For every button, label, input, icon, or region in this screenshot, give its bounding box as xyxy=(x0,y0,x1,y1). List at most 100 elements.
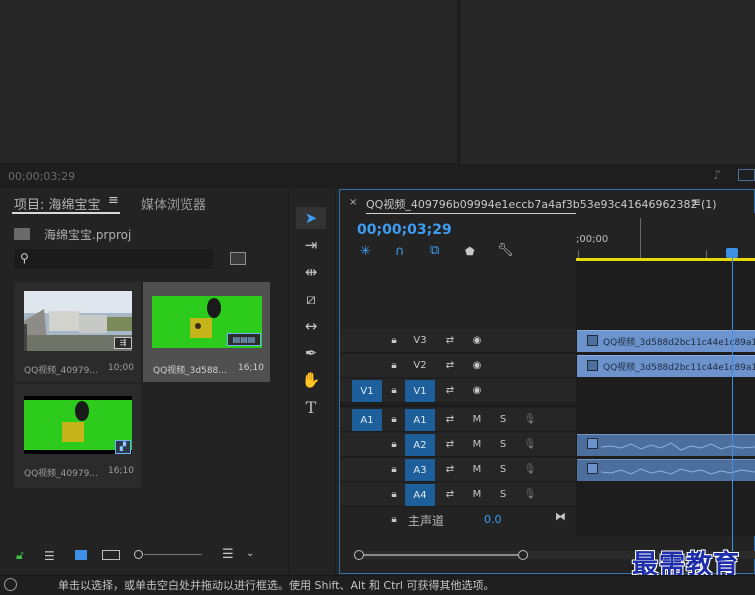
sort-icon[interactable]: ☰ xyxy=(222,547,234,562)
new-bin-icon[interactable] xyxy=(230,252,246,265)
snap-icon[interactable]: ∩ xyxy=(395,244,405,259)
close-icon[interactable]: × xyxy=(349,197,357,208)
solo-button[interactable]: S xyxy=(493,410,513,429)
lock-icon[interactable]: 🔒︎ xyxy=(384,356,404,375)
list-view-icon[interactable]: ☰ xyxy=(44,549,55,563)
microphone-icon[interactable]: 🎙︎ xyxy=(520,410,540,429)
audio-clip-a3[interactable] xyxy=(577,459,755,481)
eye-icon[interactable]: ◉ xyxy=(467,381,487,400)
pen-tool-icon[interactable]: ✒ xyxy=(296,342,326,364)
lock-icon[interactable]: 🔓︎ xyxy=(16,548,24,563)
nest-icon[interactable]: ✳ xyxy=(360,244,371,259)
scrollbar-handle-left[interactable] xyxy=(354,550,364,560)
tab-media-browser[interactable]: 媒体浏览器 xyxy=(141,194,206,213)
sync-lock-icon[interactable]: ⇄ xyxy=(440,485,460,504)
sync-lock-icon[interactable]: ⇄ xyxy=(440,410,460,429)
track-select-tool-icon[interactable]: ⇥ xyxy=(296,234,326,256)
freeform-view-icon[interactable] xyxy=(102,550,120,560)
ripple-edit-tool-icon[interactable]: ⇹ xyxy=(296,261,326,283)
playhead-line[interactable] xyxy=(732,250,733,570)
sync-lock-icon[interactable]: ⇄ xyxy=(440,381,460,400)
track-label-a2[interactable]: A2 xyxy=(405,434,435,456)
solo-button[interactable]: S xyxy=(493,460,513,479)
video-clip-v3[interactable]: QQ视频_3d588d2bc11c44e1c89a10 xyxy=(577,330,755,352)
track-label-v2[interactable]: V2 xyxy=(405,356,435,375)
track-area[interactable] xyxy=(576,261,755,536)
ruler-tick xyxy=(578,250,579,258)
go-to-end-icon[interactable]: ⧓ xyxy=(555,510,566,523)
monitor-settings-icon[interactable]: ♪⃗ xyxy=(713,168,721,182)
microphone-icon[interactable]: 🎙︎ xyxy=(520,485,540,504)
playhead-handle[interactable] xyxy=(726,248,738,258)
project-file-name: 海绵宝宝.prproj xyxy=(44,228,132,242)
mute-button[interactable]: M xyxy=(467,435,487,454)
sync-lock-icon[interactable]: ⇄ xyxy=(440,331,460,350)
search-input[interactable]: ⚲ xyxy=(14,249,213,269)
list-item[interactable]: ▤▤▤ QQ视频_3d588... 16;10 xyxy=(143,282,270,382)
selection-tool-icon[interactable]: ➤ xyxy=(296,207,326,229)
video-clip-v2[interactable]: QQ视频_3d588d2bc11c44e1c89a10 xyxy=(577,355,755,377)
sync-lock-icon[interactable]: ⇄ xyxy=(440,356,460,375)
track-label-a1[interactable]: A1 xyxy=(405,409,435,431)
sequence-tab[interactable]: QQ视频_409796b09994e1eccb7a4af3b53e93c4164… xyxy=(366,196,717,212)
linked-selection-icon[interactable]: ⧉ xyxy=(430,243,439,258)
monitor-viewer[interactable] xyxy=(0,0,458,164)
lock-icon[interactable]: 🔒︎ xyxy=(384,460,404,479)
eye-icon[interactable]: ◉ xyxy=(467,356,487,375)
fx-icon xyxy=(587,463,598,474)
track-header-spacer xyxy=(340,261,576,329)
track-label-a4[interactable]: A4 xyxy=(405,484,435,506)
master-track-header xyxy=(340,508,576,534)
zoom-slider-track[interactable] xyxy=(144,554,202,555)
list-item[interactable]: ⇶ QQ视频_40979... 10;00 xyxy=(14,282,141,382)
solo-button[interactable]: S xyxy=(493,435,513,454)
eye-icon[interactable]: ◉ xyxy=(467,331,487,350)
lock-icon[interactable]: 🔒︎ xyxy=(384,381,404,400)
audio-clip-a2[interactable] xyxy=(577,434,755,456)
scrollbar-handle-right[interactable] xyxy=(518,550,528,560)
lock-icon[interactable]: 🔒︎ xyxy=(384,510,404,529)
ruler-tick xyxy=(640,218,641,258)
microphone-icon[interactable]: 🎙︎ xyxy=(520,460,540,479)
mute-button[interactable]: M xyxy=(467,485,487,504)
monitor-viewer-right[interactable] xyxy=(461,0,755,164)
type-tool-icon[interactable]: T xyxy=(296,396,326,418)
clip-type-icon: ▤▤▤ xyxy=(227,333,261,346)
mute-button[interactable]: M xyxy=(467,460,487,479)
track-divider[interactable] xyxy=(340,404,576,407)
monitor-timecode[interactable]: 00;00;03;29 xyxy=(8,170,75,183)
playhead-timecode[interactable]: 00;00;03;29 xyxy=(357,222,452,238)
panel-menu-icon[interactable]: ≡ xyxy=(108,193,119,208)
lock-icon[interactable]: 🔒︎ xyxy=(384,435,404,454)
tab-project[interactable]: 项目: 海绵宝宝 xyxy=(14,194,101,213)
chevron-down-icon[interactable]: ⌄ xyxy=(246,548,254,559)
track-label-v1[interactable]: V1 xyxy=(405,380,435,402)
fx-icon xyxy=(587,360,598,371)
sync-lock-icon[interactable]: ⇄ xyxy=(440,435,460,454)
scrollbar-thumb[interactable] xyxy=(364,554,518,556)
item-name: QQ视频_40979... xyxy=(24,469,98,479)
slip-tool-icon[interactable]: ↔ xyxy=(296,315,326,337)
hand-tool-icon[interactable]: ✋ xyxy=(296,369,326,391)
export-frame-icon[interactable] xyxy=(738,169,755,181)
microphone-icon[interactable]: 🎙︎ xyxy=(520,435,540,454)
timeline-menu-icon[interactable]: ≡ xyxy=(691,195,701,209)
sync-lock-icon[interactable]: ⇄ xyxy=(440,460,460,479)
list-item[interactable]: ▞ QQ视频_40979... 16;10 xyxy=(14,384,141,488)
lock-icon[interactable]: 🔒︎ xyxy=(384,410,404,429)
source-patch-a1[interactable]: A1 xyxy=(352,409,382,431)
lock-icon[interactable]: 🔒︎ xyxy=(384,485,404,504)
lock-icon[interactable]: 🔒︎ xyxy=(384,331,404,350)
add-marker-icon[interactable]: ⬟ xyxy=(465,245,475,258)
source-patch-v1[interactable]: V1 xyxy=(352,380,382,402)
zoom-slider-handle[interactable] xyxy=(134,550,143,559)
mute-button[interactable]: M xyxy=(467,410,487,429)
solo-button[interactable]: S xyxy=(493,485,513,504)
icon-view-icon[interactable] xyxy=(75,550,87,560)
track-label-a3[interactable]: A3 xyxy=(405,459,435,481)
razor-tool-icon[interactable]: ⧄ xyxy=(296,288,326,310)
wrench-icon[interactable]: 🔧︎ xyxy=(497,243,514,258)
track-label-v3[interactable]: V3 xyxy=(405,331,435,350)
master-volume-value[interactable]: 0.0 xyxy=(484,513,502,526)
sequence-icon: ▞ xyxy=(115,440,131,454)
